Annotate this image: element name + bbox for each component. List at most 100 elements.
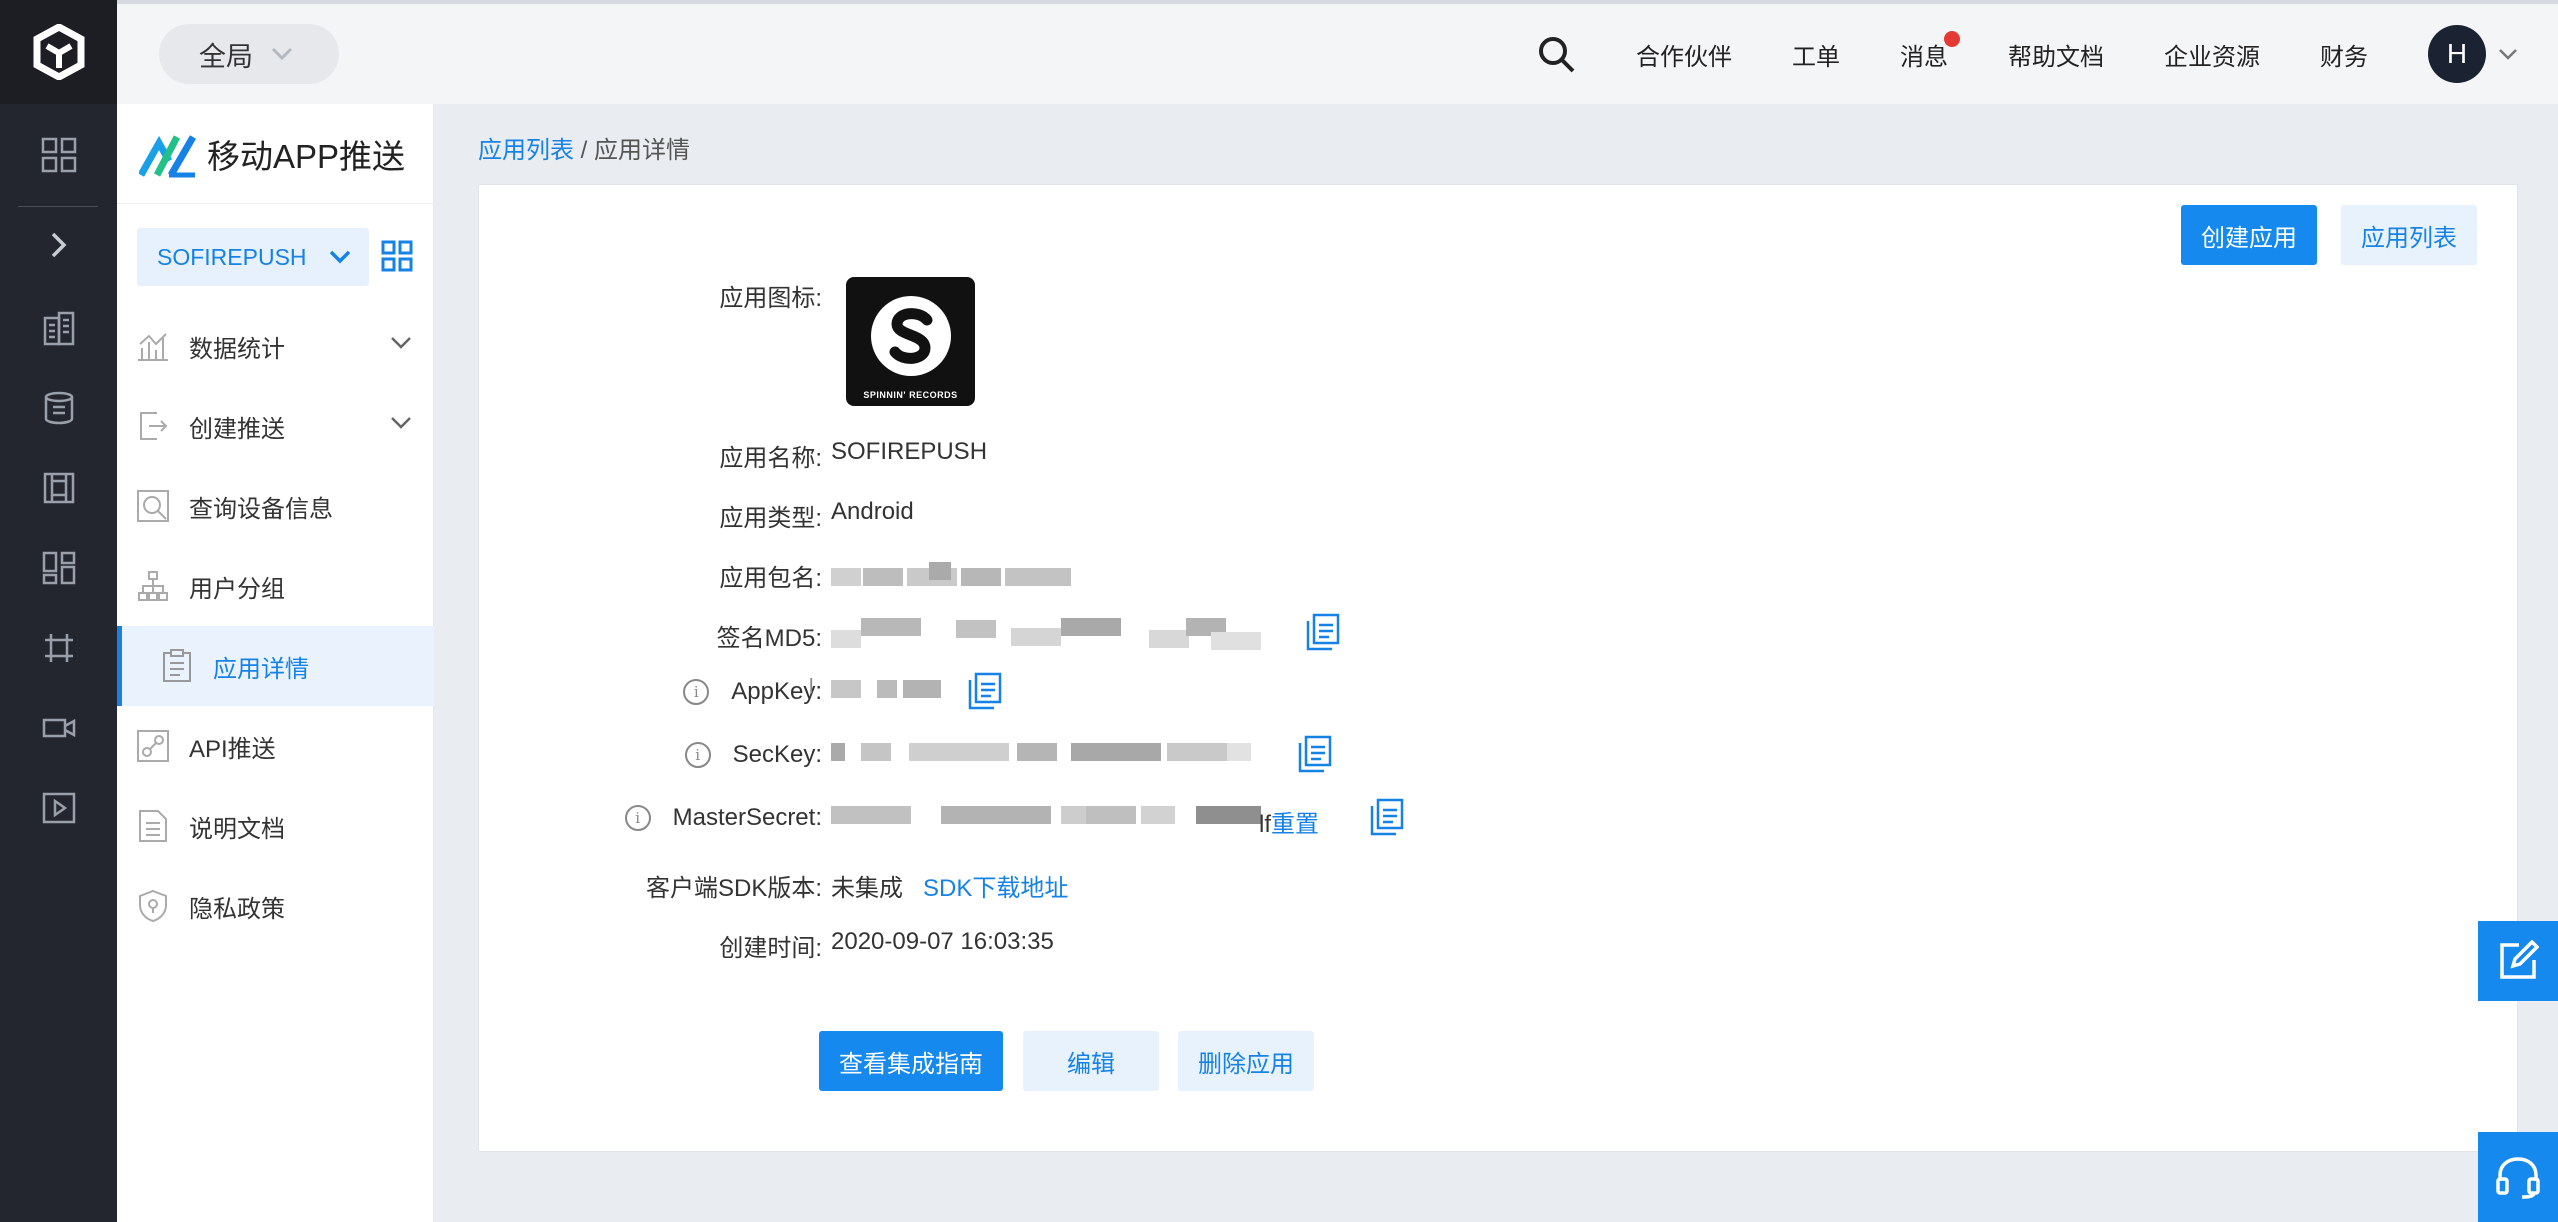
scope-selector[interactable]: 全局 — [159, 24, 339, 84]
chevron-down-icon — [271, 47, 293, 61]
breadcrumb-separator: / — [574, 137, 595, 164]
play-icon[interactable] — [0, 778, 117, 838]
app-icon-text: SPINNIN' RECORDS — [863, 390, 958, 400]
sidebar-item-docs[interactable]: 说明文档 — [117, 786, 434, 866]
sdk-version-label: 客户端SDK版本: — [645, 875, 822, 902]
building-icon[interactable] — [0, 298, 117, 358]
dashboard-icon[interactable] — [0, 538, 117, 598]
reset-link[interactable]: 重置 — [1271, 811, 1319, 838]
created-time-value: 2020-09-07 16:03:35 — [831, 928, 1054, 955]
seckey-label-text: SecKey: — [732, 741, 822, 768]
app-selector-value: SOFIREPUSH — [157, 243, 307, 270]
master-secret-label: i MasterSecret: — [624, 804, 822, 832]
sidebar-item-user-groups[interactable]: 用户分组 — [117, 546, 434, 626]
search-icon[interactable] — [1536, 34, 1576, 74]
customer-support-icon[interactable] — [2478, 1132, 2558, 1222]
sidebar-item-label: 说明文档 — [189, 815, 285, 843]
nav-tickets[interactable]: 工单 — [1792, 37, 1840, 72]
global-rail — [0, 0, 117, 1222]
sidebar-item-label: 数据统计 — [189, 335, 285, 363]
push-logo-icon — [139, 134, 197, 177]
nav-partners[interactable]: 合作伙伴 — [1636, 37, 1732, 72]
app-grid-icon[interactable] — [381, 240, 413, 277]
network-icon[interactable] — [0, 618, 117, 678]
sidebar-item-label: 隐私政策 — [189, 895, 285, 923]
rail-divider — [18, 206, 98, 207]
copy-master-secret-icon[interactable] — [1370, 798, 1404, 841]
delete-app-button[interactable]: 删除应用 — [1178, 1031, 1314, 1091]
top-bar: 全局 合作伙伴 工单 消息 帮助文档 企业资源 财务 H — [117, 0, 2558, 104]
nav-enterprise-resources[interactable]: 企业资源 — [2164, 37, 2260, 72]
scope-label: 全局 — [199, 41, 253, 72]
copy-seckey-icon[interactable] — [1298, 735, 1332, 778]
sidebar-item-label: 用户分组 — [189, 575, 285, 603]
app-selector[interactable]: SOFIREPUSH — [137, 228, 369, 286]
app-name-value: SOFIREPUSH — [831, 438, 988, 465]
copy-appkey-icon[interactable] — [968, 672, 1002, 715]
info-icon[interactable]: i — [624, 805, 651, 831]
top-nav: 合作伙伴 工单 消息 帮助文档 企业资源 财务 H — [1536, 4, 2558, 104]
seckey-label: i SecKey: — [684, 741, 822, 769]
master-secret-tail-text: lf — [1259, 811, 1271, 838]
cloud-logo-icon[interactable] — [0, 0, 117, 104]
appkey-tail: l — [809, 676, 814, 698]
app-list-button[interactable]: 应用列表 — [2341, 205, 2477, 265]
device-search-icon — [133, 489, 173, 523]
chevron-down-icon — [391, 337, 411, 349]
sidebar-item-label: API推送 — [189, 735, 276, 763]
appkey-redacted — [831, 680, 941, 698]
spinnin-logo-icon — [870, 295, 951, 376]
sdk-version-value: 未集成 SDK下载地址 — [831, 868, 1068, 903]
create-app-button[interactable]: 创建应用 — [2181, 205, 2317, 265]
md5-label: 签名MD5: — [716, 625, 822, 652]
edit-button[interactable]: 编辑 — [1023, 1031, 1159, 1091]
sidebar-item-device-query[interactable]: 查询设备信息 — [117, 466, 434, 546]
breadcrumb: 应用列表 / 应用详情 — [478, 130, 690, 165]
sidebar-item-api-push[interactable]: API推送 — [117, 706, 434, 786]
master-secret-tail: lf重置 — [1259, 804, 1319, 839]
sidebar-item-data-stats[interactable]: 数据统计 — [117, 306, 434, 386]
document-icon — [133, 809, 173, 843]
avatar[interactable]: H — [2428, 25, 2486, 83]
md5-redacted — [831, 618, 1261, 650]
package-name-label: 应用包名: — [719, 565, 822, 592]
nav-messages[interactable]: 消息 — [1900, 30, 1960, 72]
breadcrumb-app-list[interactable]: 应用列表 — [478, 137, 574, 164]
chevron-down-icon[interactable] — [2498, 48, 2518, 60]
app-name-label: 应用名称: — [719, 445, 822, 472]
product-brand: 移动APP推送 — [117, 104, 434, 204]
product-name: 移动APP推送 — [207, 137, 406, 175]
sidebar-item-app-details[interactable]: 应用详情 — [117, 626, 434, 706]
master-secret-redacted — [831, 806, 1261, 824]
sidebar-item-label: 查询设备信息 — [189, 495, 333, 523]
shield-icon — [133, 889, 173, 923]
sdk-download-link[interactable]: SDK下载地址 — [923, 875, 1068, 902]
app-icon-label: 应用图标: — [719, 285, 822, 312]
app-type-label: 应用类型: — [719, 505, 822, 532]
info-icon[interactable]: i — [684, 742, 711, 768]
nav-finance[interactable]: 财务 — [2320, 37, 2368, 72]
product-sidebar: 移动APP推送 SOFIREPUSH 数据统计 创建推送 查询设备信息 用户分组… — [117, 104, 434, 1222]
info-icon[interactable]: i — [683, 679, 710, 705]
sidebar-item-create-push[interactable]: 创建推送 — [117, 386, 434, 466]
sidebar-item-label: 创建推送 — [189, 415, 285, 443]
hierarchy-icon — [133, 570, 173, 602]
sidebar-item-label: 应用详情 — [213, 655, 309, 683]
sidebar-item-privacy[interactable]: 隐私政策 — [117, 866, 434, 946]
chip-icon[interactable] — [0, 458, 117, 518]
copy-md5-icon[interactable] — [1306, 613, 1340, 656]
app-icon-image: SPINNIN' RECORDS — [846, 277, 975, 406]
products-grid-icon[interactable] — [0, 125, 117, 185]
video-icon[interactable] — [0, 698, 117, 758]
expand-chevron-icon[interactable] — [0, 215, 117, 275]
package-name-redacted — [831, 562, 1071, 586]
feedback-edit-icon[interactable] — [2478, 921, 2558, 1001]
seckey-redacted — [831, 743, 1251, 761]
push-icon — [133, 410, 173, 442]
integration-guide-button[interactable]: 查看集成指南 — [819, 1031, 1003, 1091]
database-icon[interactable] — [0, 378, 117, 438]
nav-help-docs[interactable]: 帮助文档 — [2008, 37, 2104, 72]
sdk-status: 未集成 — [831, 875, 903, 902]
breadcrumb-current: 应用详情 — [594, 137, 691, 164]
unread-dot — [1944, 30, 1960, 47]
